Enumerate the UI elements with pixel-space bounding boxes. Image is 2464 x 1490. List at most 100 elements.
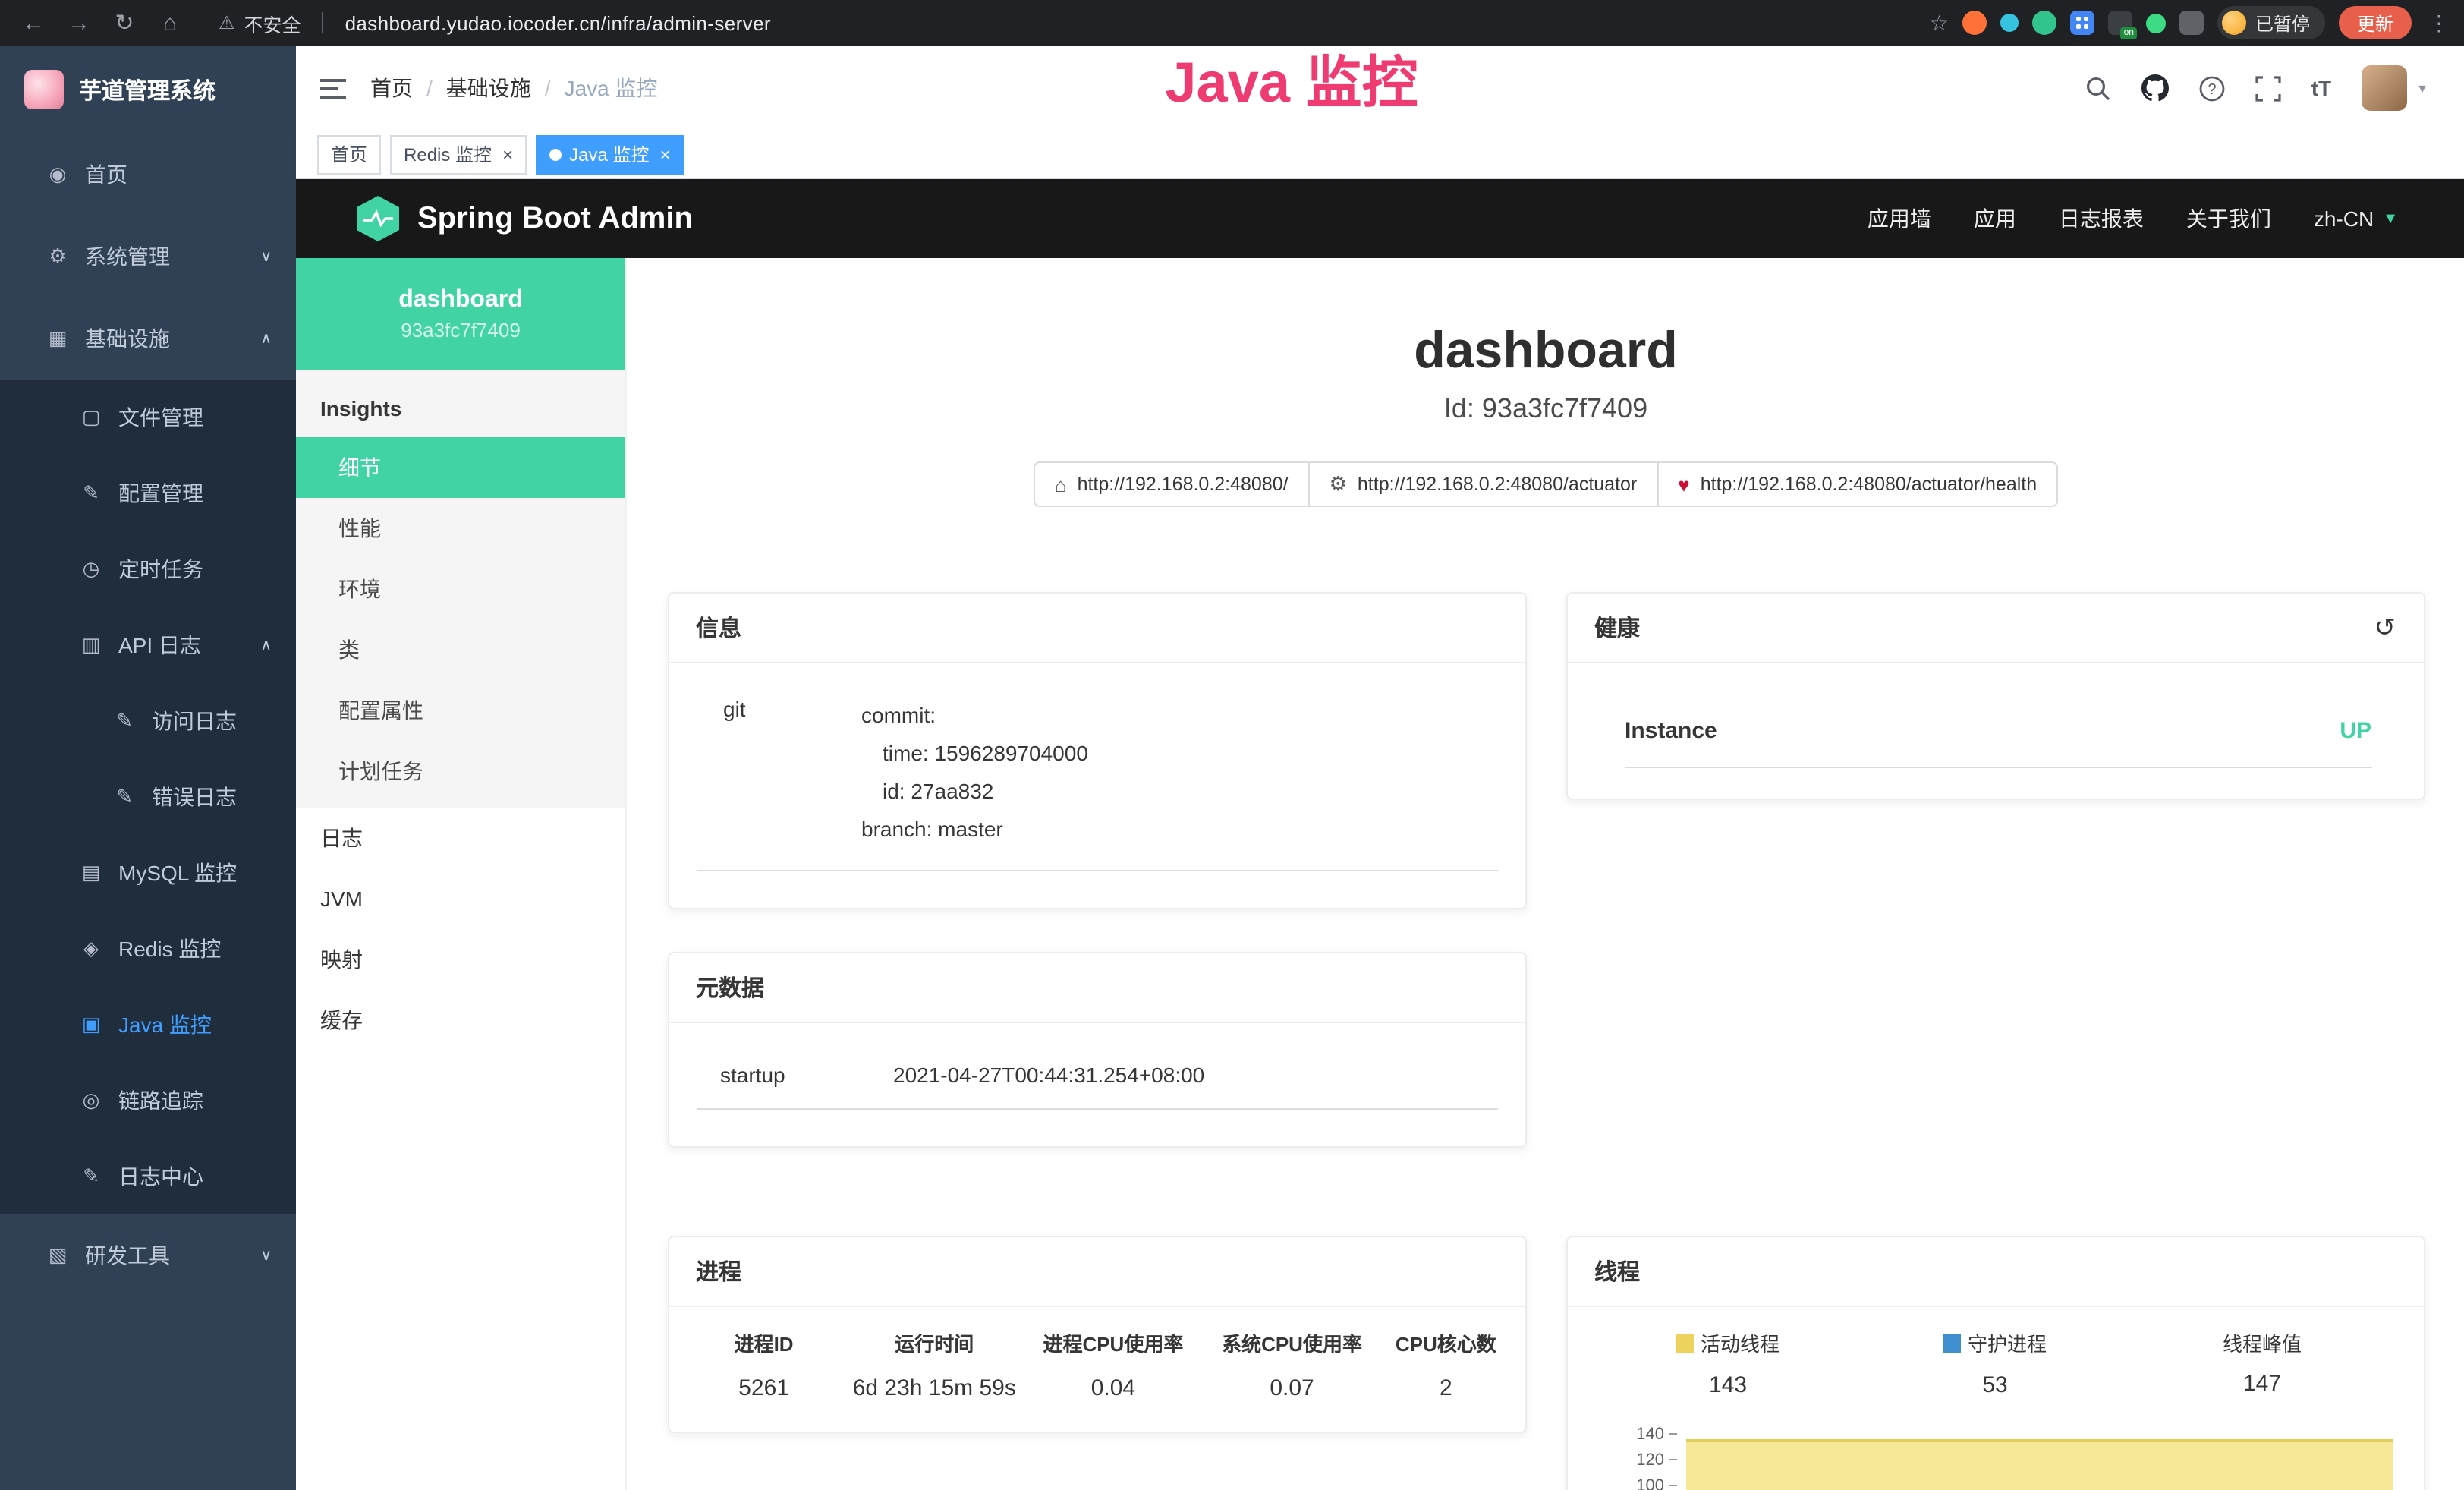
- card-title: 进程: [696, 1255, 741, 1287]
- tab-redis-monitor[interactable]: Redis 监控 ×: [390, 134, 527, 174]
- sidebar-item-api-logs[interactable]: ▥ API 日志 ∧: [0, 607, 296, 683]
- daemon-threads-swatch: [1943, 1334, 1962, 1352]
- history-icon[interactable]: ↺: [2374, 615, 2396, 641]
- sidebar-item-infrastructure[interactable]: ▦ 基础设施 ∧: [0, 298, 296, 380]
- forward-icon[interactable]: →: [61, 10, 97, 36]
- process-value: 0.04: [1021, 1375, 1204, 1401]
- gear-icon: ⚙: [46, 244, 70, 269]
- help-icon[interactable]: ?: [2199, 75, 2225, 101]
- sidebar-item-scheduled-tasks[interactable]: ◷ 定时任务: [0, 531, 296, 607]
- chevron-down-icon: ∨: [260, 248, 272, 265]
- sidebar-item-file-management[interactable]: ▢ 文件管理: [0, 380, 296, 455]
- back-icon[interactable]: ←: [15, 10, 52, 36]
- close-tab-icon[interactable]: ×: [502, 143, 513, 165]
- sba-menu-classes[interactable]: 类: [296, 619, 625, 680]
- dark-extension-icon[interactable]: [2179, 11, 2204, 35]
- sba-menu-scheduled-tasks[interactable]: 计划任务: [296, 741, 625, 802]
- annotation-overlay: Java 监控: [1165, 36, 1418, 118]
- sidebar-item-access-logs[interactable]: ✎ 访问日志: [0, 683, 296, 759]
- fontsize-icon[interactable]: tT: [2311, 76, 2331, 100]
- green-extension-icon[interactable]: [2146, 13, 2166, 33]
- process-value: 6d 23h 15m 59s: [847, 1375, 1021, 1401]
- sba-menu-details[interactable]: 细节: [296, 437, 625, 498]
- card-header: 线程: [1567, 1237, 2423, 1307]
- browser-menu-icon[interactable]: ⋮: [2428, 10, 2450, 36]
- process-table: 进程ID 运行时间 进程CPU使用率 系统CPU使用率 CPU核心数 5261: [681, 1328, 1512, 1401]
- sidebar-item-config-management[interactable]: ✎ 配置管理: [0, 455, 296, 531]
- on-badge-extension-icon[interactable]: on: [2108, 11, 2132, 35]
- sba-nav-applications[interactable]: 应用: [1974, 203, 2016, 234]
- sba-menu-environment[interactable]: 环境: [296, 559, 625, 619]
- teal-extension-icon[interactable]: [2000, 14, 2019, 32]
- github-icon[interactable]: [2141, 74, 2169, 102]
- sba-menu-mappings[interactable]: 映射: [296, 929, 625, 990]
- info-line: branch: master: [861, 811, 1088, 849]
- card-header: 进程: [669, 1237, 1525, 1307]
- tab-java-monitor[interactable]: Java 监控 ×: [536, 134, 684, 174]
- profile-chip[interactable]: 已暂停: [2217, 6, 2325, 39]
- profile-avatar: [2222, 11, 2246, 35]
- sba-menu-jvm[interactable]: JVM: [296, 868, 625, 929]
- home-icon[interactable]: ⌂: [152, 10, 188, 36]
- process-value: 5261: [681, 1375, 847, 1401]
- chevron-up-icon: ∧: [260, 637, 272, 654]
- instance-name: dashboard: [398, 287, 523, 314]
- sidebar-item-java-monitor[interactable]: ▣ Java 监控: [0, 987, 296, 1063]
- bookmark-star-icon[interactable]: ☆: [1930, 10, 1949, 36]
- health-row: Instance UP: [1625, 718, 2371, 768]
- log-icon: ✎: [112, 785, 137, 809]
- sba-nav-wallboard[interactable]: 应用墙: [1868, 203, 1931, 234]
- fullscreen-icon[interactable]: [2255, 75, 2281, 101]
- sidebar-item-redis-monitor[interactable]: ◈ Redis 监控: [0, 911, 296, 987]
- sidebar-item-label: 错误日志: [152, 782, 237, 812]
- service-url-button[interactable]: ⌂ http://192.168.0.2:48080/: [1034, 461, 1310, 507]
- tab-home[interactable]: 首页: [317, 134, 381, 174]
- blue-grid-extension-icon[interactable]: [2070, 11, 2094, 35]
- tab-label: 首页: [331, 141, 367, 167]
- sba-nav-about[interactable]: 关于我们: [2186, 203, 2271, 234]
- sidebar-item-system-management[interactable]: ⚙ 系统管理 ∨: [0, 216, 296, 298]
- database-icon: ▤: [79, 861, 103, 885]
- sba-logo-icon[interactable]: [357, 196, 399, 241]
- sidebar-item-dev-tools[interactable]: ▧ 研发工具 ∨: [0, 1214, 296, 1296]
- legend-value: 143: [1594, 1372, 1861, 1397]
- process-value: 2: [1380, 1375, 1512, 1401]
- address-bar[interactable]: ⚠ 不安全 dashboard.yudao.iocoder.cn/infra/a…: [219, 8, 771, 37]
- sidebar-item-link-tracing[interactable]: ◎ 链路追踪: [0, 1063, 296, 1139]
- sba-menu-config-props[interactable]: 配置属性: [296, 680, 625, 741]
- sidebar-item-home[interactable]: ◉ 首页: [0, 134, 296, 216]
- sidebar-item-mysql-monitor[interactable]: ▤ MySQL 监控: [0, 835, 296, 911]
- sidebar-item-log-center[interactable]: ✎ 日志中心: [0, 1139, 296, 1214]
- hamburger-icon[interactable]: [296, 77, 370, 99]
- actuator-url-button[interactable]: ⚙ http://192.168.0.2:48080/actuator: [1308, 461, 1659, 507]
- sidebar-item-label: API 日志: [118, 630, 201, 660]
- link-url: http://192.168.0.2:48080/actuator/health: [1701, 474, 2037, 495]
- sba-nav-journal[interactable]: 日志报表: [2059, 203, 2144, 234]
- user-menu[interactable]: ▼: [2362, 65, 2428, 111]
- main-sidebar: 芋道管理系统 ◉ 首页 ⚙ 系统管理 ∨ ▦ 基础设施 ∧ ▢ 文件管理: [0, 46, 296, 1490]
- close-tab-icon[interactable]: ×: [659, 143, 670, 165]
- sba-menu-caches[interactable]: 缓存: [296, 990, 625, 1051]
- orange-extension-icon[interactable]: [1962, 11, 1987, 35]
- reload-icon[interactable]: ↻: [106, 9, 143, 36]
- breadcrumb-infrastructure[interactable]: 基础设施: [446, 73, 531, 103]
- update-button[interactable]: 更新: [2339, 6, 2412, 39]
- chart-y-axis: 140 120 100: [1594, 1416, 1676, 1490]
- search-icon[interactable]: [2085, 75, 2111, 101]
- breadcrumb-separator: /: [426, 76, 433, 100]
- sba-menu-logs[interactable]: 日志: [296, 808, 625, 868]
- health-url-button[interactable]: ♥ http://192.168.0.2:48080/actuator/heal…: [1657, 461, 2058, 507]
- sidebar-item-error-logs[interactable]: ✎ 错误日志: [0, 759, 296, 835]
- screen: ← → ↻ ⌂ ⚠ 不安全 dashboard.yudao.iocoder.cn…: [0, 0, 2464, 1490]
- legend-label: 活动线程: [1701, 1328, 1780, 1357]
- sidebar-item-label: 首页: [85, 159, 127, 190]
- sba-locale-select[interactable]: zh-CN ▼: [2314, 206, 2398, 231]
- sba-brand-title[interactable]: Spring Boot Admin: [417, 201, 693, 236]
- sba-menu-performance[interactable]: 性能: [296, 498, 625, 559]
- green-circle-extension-icon[interactable]: [2032, 11, 2056, 35]
- breadcrumb-home[interactable]: 首页: [370, 73, 413, 103]
- process-col-header: 运行时间: [847, 1328, 1021, 1375]
- security-label: 不安全: [244, 8, 301, 37]
- app-logo[interactable]: 芋道管理系统: [0, 46, 296, 134]
- dashboard-icon: ◉: [46, 162, 70, 187]
